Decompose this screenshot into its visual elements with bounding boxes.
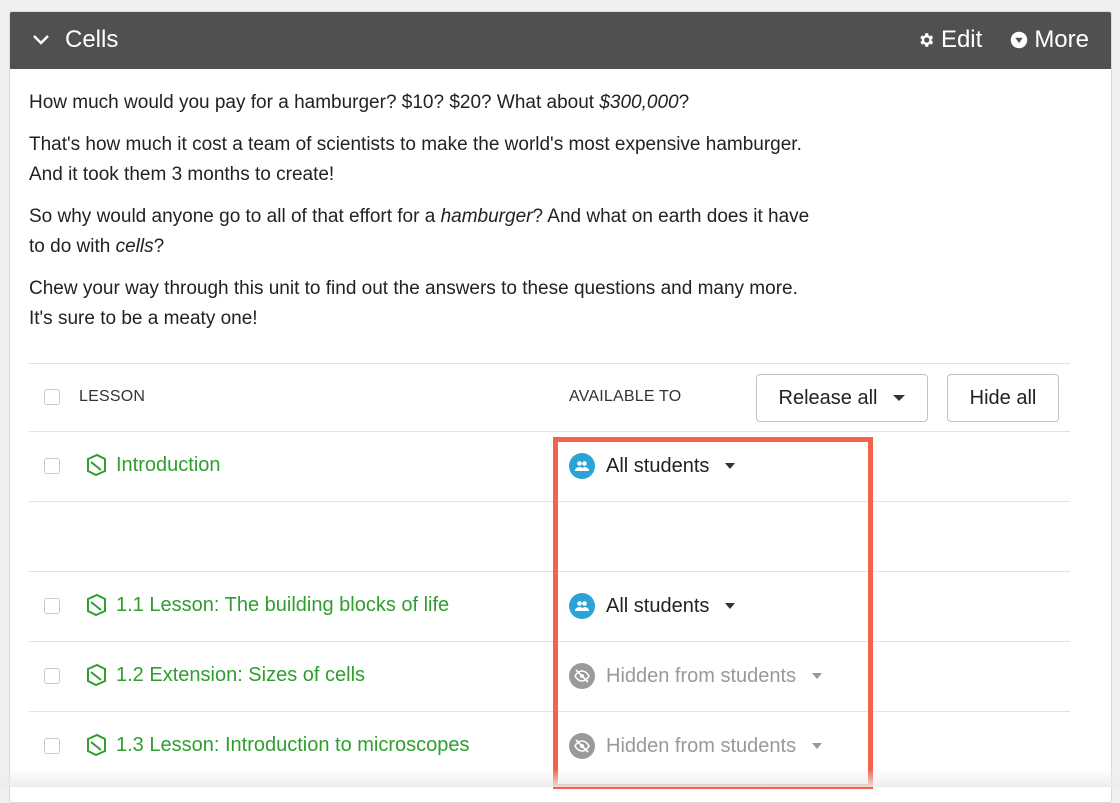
group-icon <box>569 593 595 619</box>
caret-down-icon <box>725 463 736 469</box>
intro-text: Chew your way through this unit to find … <box>29 278 798 299</box>
release-all-label: Release all <box>778 386 878 409</box>
caret-circle-icon <box>1011 31 1028 49</box>
row-checkbox[interactable] <box>44 458 60 474</box>
intro-text: to do with <box>29 236 116 257</box>
lesson-title: Introduction <box>116 453 221 476</box>
table-row <box>29 501 1070 571</box>
intro-text: So why would anyone go to all of that ef… <box>29 206 441 227</box>
group-icon <box>569 453 595 479</box>
intro-paragraph: That's how much it cost a team of scient… <box>29 130 929 190</box>
intro-emphasis: cells <box>115 236 154 257</box>
edit-label: Edit <box>940 26 983 53</box>
lesson-link[interactable]: 1.1 Lesson: The building blocks of life <box>85 593 449 617</box>
row-checkbox[interactable] <box>44 738 60 754</box>
lesson-title: 1.3 Lesson: Introduction to microscopes <box>116 733 470 756</box>
lesson-table: LESSON AVAILABLE TO Release all Hide all… <box>29 363 1070 781</box>
caret-down-icon <box>812 673 823 679</box>
intro-paragraph: How much would you pay for a hamburger? … <box>29 88 929 118</box>
availability-dropdown[interactable]: Hidden from students <box>569 733 823 759</box>
unit-title: Cells <box>65 26 119 53</box>
availability-dropdown[interactable]: All students <box>569 593 736 619</box>
table-row: 1.2 Extension: Sizes of cells Hidden fro… <box>29 641 1070 711</box>
lesson-icon <box>87 593 106 617</box>
availability-label: Hidden from students <box>606 734 797 757</box>
more-button[interactable]: More <box>1010 26 1089 54</box>
intro-text: ? <box>678 92 690 113</box>
header-actions: Edit More <box>917 26 1089 54</box>
availability-dropdown[interactable]: Hidden from students <box>569 663 823 689</box>
availability-label: Hidden from students <box>606 664 797 687</box>
row-checkbox[interactable] <box>44 668 60 684</box>
lesson-link[interactable]: 1.3 Lesson: Introduction to microscopes <box>85 733 470 757</box>
lesson-link[interactable]: Introduction <box>85 453 221 477</box>
intro-text: ? And what on earth does it have <box>532 206 810 227</box>
edit-button[interactable]: Edit <box>917 26 982 54</box>
lesson-icon <box>87 663 106 687</box>
lesson-icon <box>87 453 106 477</box>
table-header-row: LESSON AVAILABLE TO Release all Hide all <box>29 363 1070 431</box>
caret-down-icon <box>893 395 906 401</box>
unit-header: Cells Edit More <box>10 12 1111 69</box>
intro-paragraph: So why would anyone go to all of that ef… <box>29 202 929 262</box>
availability-label: All students <box>606 594 710 617</box>
lesson-icon <box>87 733 106 757</box>
eye-off-icon <box>569 733 595 759</box>
intro-text: That's how much it cost a team of scient… <box>29 134 802 155</box>
intro-emphasis: $300,000 <box>599 92 679 113</box>
lesson-link[interactable]: 1.2 Extension: Sizes of cells <box>85 663 365 687</box>
lesson-title: 1.2 Extension: Sizes of cells <box>116 663 366 686</box>
intro-text: ? <box>153 236 165 257</box>
chevron-down-icon[interactable] <box>32 31 50 49</box>
select-all-checkbox[interactable] <box>44 389 60 405</box>
intro-text: It's sure to be a meaty one! <box>29 308 258 329</box>
availability-dropdown[interactable]: All students <box>569 453 736 479</box>
table-row: Introduction All students <box>29 431 1070 501</box>
intro-emphasis: hamburger <box>440 206 533 227</box>
unit-description: How much would you pay for a hamburger? … <box>29 88 929 346</box>
hide-all-label: Hide all <box>969 386 1037 409</box>
hide-all-button[interactable]: Hide all <box>947 374 1059 422</box>
caret-down-icon <box>812 743 823 749</box>
caret-down-icon <box>725 603 736 609</box>
eye-off-icon <box>569 663 595 689</box>
gear-icon <box>920 33 934 47</box>
column-header-available-to: AVAILABLE TO <box>569 388 682 405</box>
table-row: 1.3 Lesson: Introduction to microscopes … <box>29 711 1070 781</box>
more-label: More <box>1034 26 1089 53</box>
release-all-button[interactable]: Release all <box>756 374 928 422</box>
intro-paragraph: Chew your way through this unit to find … <box>29 274 929 334</box>
intro-text: How much would you pay for a hamburger? … <box>29 92 600 113</box>
row-checkbox[interactable] <box>44 598 60 614</box>
lesson-title: 1.1 Lesson: The building blocks of life <box>116 593 450 616</box>
table-row: 1.1 Lesson: The building blocks of life … <box>29 571 1070 641</box>
availability-label: All students <box>606 454 710 477</box>
column-header-lesson: LESSON <box>79 388 146 405</box>
intro-text: And it took them 3 months to create! <box>29 164 335 185</box>
